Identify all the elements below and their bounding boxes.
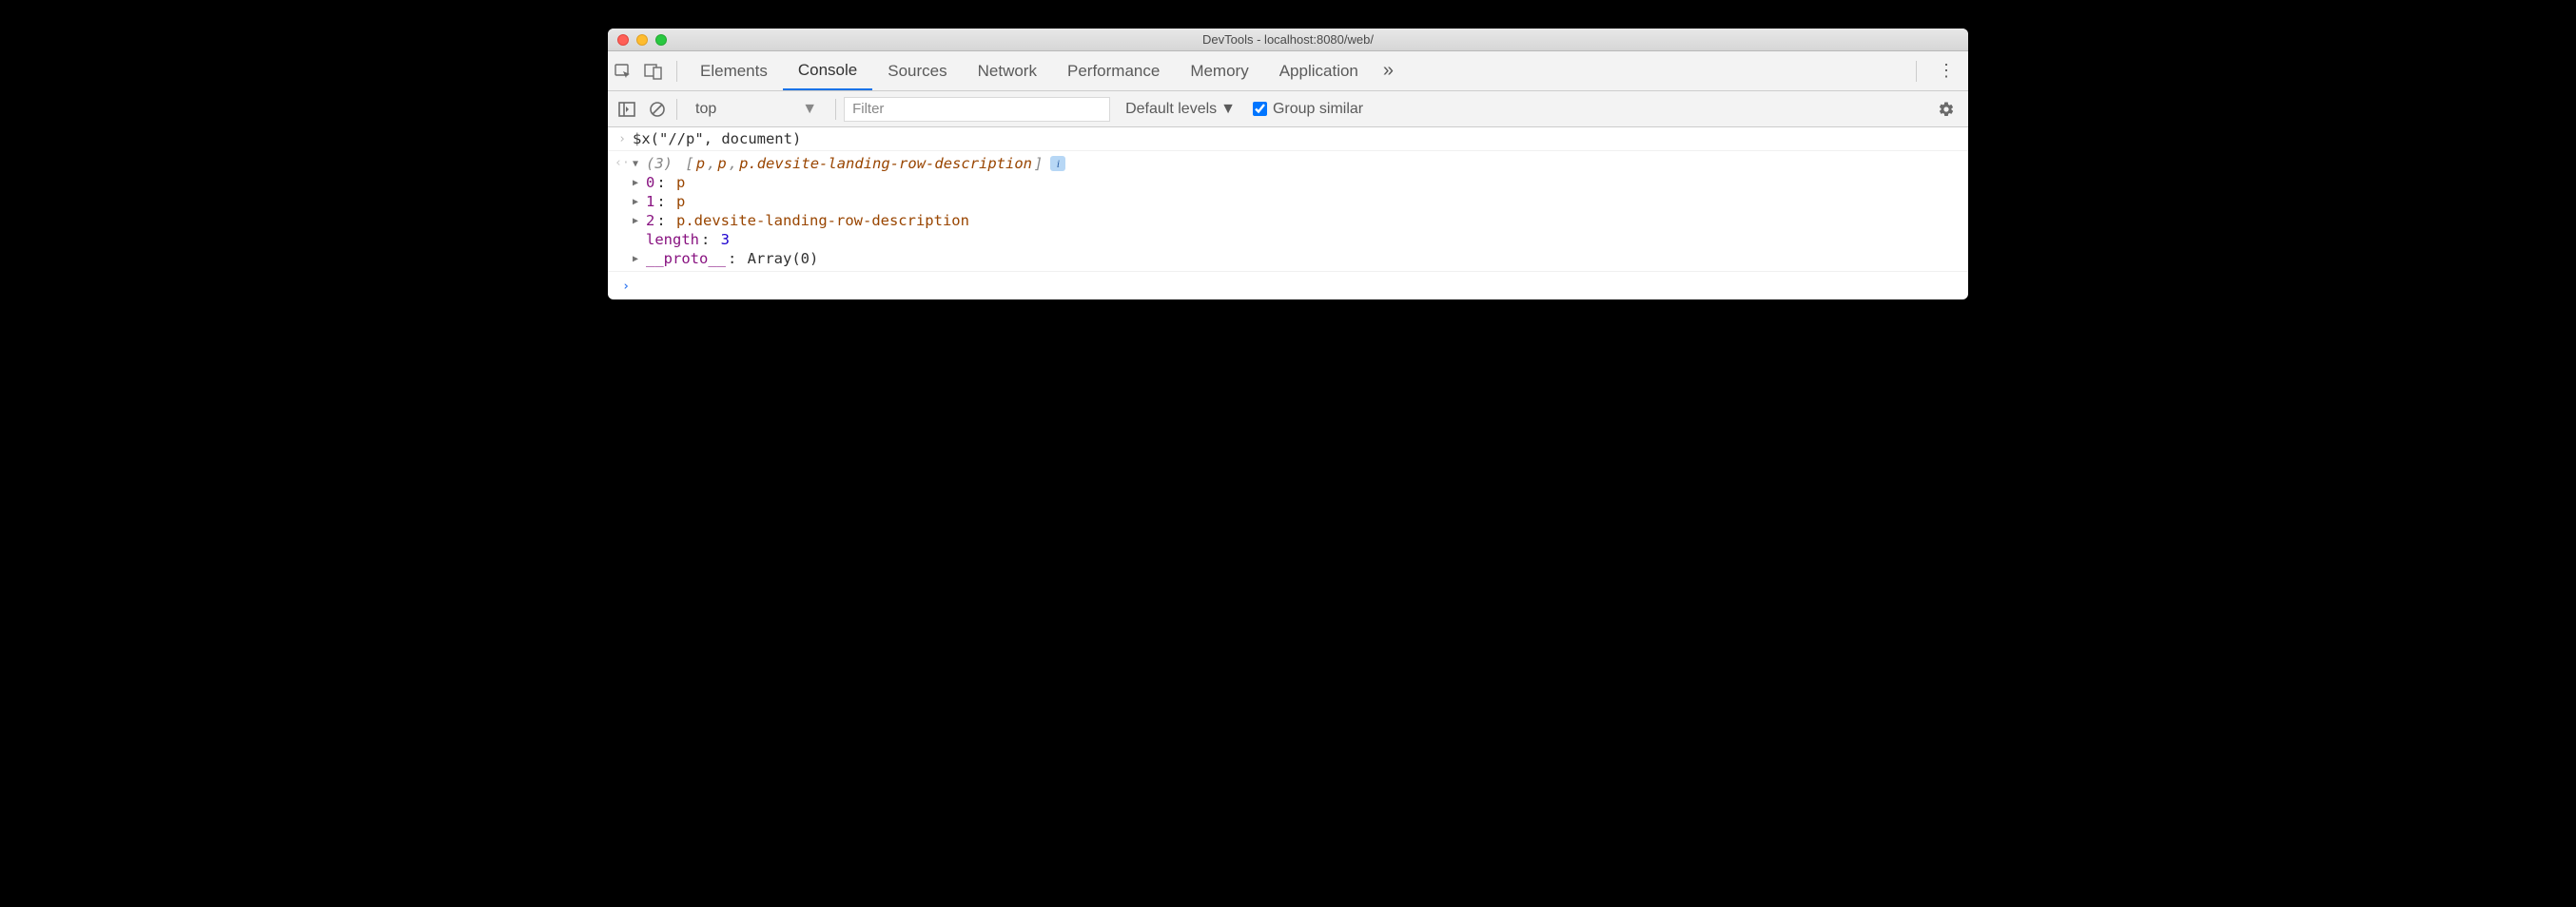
device-toolbar-icon[interactable] xyxy=(643,61,664,82)
array-item[interactable]: ▶ 2: p.devsite-landing-row-description xyxy=(633,211,1961,230)
devtools-window: DevTools - localhost:8080/web/ Elements … xyxy=(608,29,1968,299)
array-item[interactable]: ▶ 1: p xyxy=(633,192,1961,211)
separator xyxy=(676,61,677,82)
more-menu-icon[interactable]: ⋮ xyxy=(1924,61,1968,81)
context-selector[interactable]: top ▼ xyxy=(685,100,828,119)
output-indicator-icon: ‹· xyxy=(612,154,633,170)
group-similar-checkbox[interactable]: Group similar xyxy=(1243,101,1363,118)
bracket: [ xyxy=(685,155,693,172)
group-similar-label: Group similar xyxy=(1273,101,1363,118)
tabs-overflow-icon[interactable]: » xyxy=(1374,60,1403,82)
dropdown-arrow-icon: ▼ xyxy=(802,101,817,118)
group-similar-input[interactable] xyxy=(1253,102,1267,116)
console-settings-icon[interactable] xyxy=(1938,101,1961,118)
result-summary[interactable]: ▼ (3) [ p, p, p.devsite-landing-row-desc… xyxy=(633,154,1961,173)
separator xyxy=(1916,61,1917,82)
toggle-sidebar-icon[interactable] xyxy=(615,98,638,121)
value: p.devsite-landing-row-description xyxy=(676,212,969,229)
key: __proto__ xyxy=(646,250,726,267)
filter-input[interactable] xyxy=(844,97,1110,122)
summary-item: p xyxy=(696,155,705,172)
summary-item: p xyxy=(717,155,726,172)
bracket: ] xyxy=(1034,155,1043,172)
minimize-window-button[interactable] xyxy=(636,34,648,46)
titlebar: DevTools - localhost:8080/web/ xyxy=(608,29,1968,51)
tab-network[interactable]: Network xyxy=(963,51,1052,90)
length-property[interactable]: ▶ length: 3 xyxy=(633,230,1961,249)
tab-sources[interactable]: Sources xyxy=(872,51,962,90)
console-prompt-row[interactable]: › xyxy=(608,272,1968,299)
index: 1 xyxy=(646,193,654,210)
console-output-row: ‹· ▼ (3) [ p, p, p.devsite-landing-row-d… xyxy=(608,151,1968,272)
window-title: DevTools - localhost:8080/web/ xyxy=(608,32,1968,47)
levels-label: Default levels xyxy=(1125,101,1217,118)
info-icon[interactable]: i xyxy=(1050,156,1065,171)
dropdown-arrow-icon: ▼ xyxy=(1220,101,1236,118)
select-element-icon[interactable] xyxy=(613,61,634,82)
input-prompt-icon: › xyxy=(612,130,633,146)
value: p xyxy=(676,193,685,210)
tab-performance[interactable]: Performance xyxy=(1052,51,1175,90)
tab-memory[interactable]: Memory xyxy=(1175,51,1263,90)
index: 0 xyxy=(646,174,654,191)
value: Array(0) xyxy=(748,250,819,267)
traffic-lights xyxy=(617,34,667,46)
disclosure-triangle-icon[interactable]: ▶ xyxy=(633,216,644,226)
value: p xyxy=(676,174,685,191)
summary-item: p.devsite-landing-row-description xyxy=(739,155,1032,172)
disclosure-triangle-open-icon[interactable]: ▼ xyxy=(633,159,644,169)
proto-property[interactable]: ▶ __proto__: Array(0) xyxy=(633,249,1961,268)
array-count: (3) xyxy=(646,155,673,172)
console-input-text: $x("//p", document) xyxy=(633,130,1961,147)
tab-console[interactable]: Console xyxy=(783,51,872,90)
console-input-row: › $x("//p", document) xyxy=(608,127,1968,151)
prompt-icon: › xyxy=(615,278,636,294)
disclosure-triangle-icon[interactable]: ▶ xyxy=(633,197,644,207)
tab-application[interactable]: Application xyxy=(1264,51,1374,90)
disclosure-triangle-icon[interactable]: ▶ xyxy=(633,178,644,188)
tab-elements[interactable]: Elements xyxy=(685,51,783,90)
key: length xyxy=(646,231,699,248)
clear-console-icon[interactable] xyxy=(646,98,669,121)
console-toolbar: top ▼ Default levels ▼ Group similar xyxy=(608,91,1968,127)
close-window-button[interactable] xyxy=(617,34,629,46)
log-levels-selector[interactable]: Default levels ▼ xyxy=(1118,101,1236,118)
context-label: top xyxy=(695,101,716,118)
zoom-window-button[interactable] xyxy=(655,34,667,46)
disclosure-triangle-icon[interactable]: ▶ xyxy=(633,254,644,264)
value: 3 xyxy=(721,231,730,248)
array-item[interactable]: ▶ 0: p xyxy=(633,173,1961,192)
console-body: › $x("//p", document) ‹· ▼ (3) [ p, p, p… xyxy=(608,127,1968,299)
index: 2 xyxy=(646,212,654,229)
main-tabbar: Elements Console Sources Network Perform… xyxy=(608,51,1968,91)
